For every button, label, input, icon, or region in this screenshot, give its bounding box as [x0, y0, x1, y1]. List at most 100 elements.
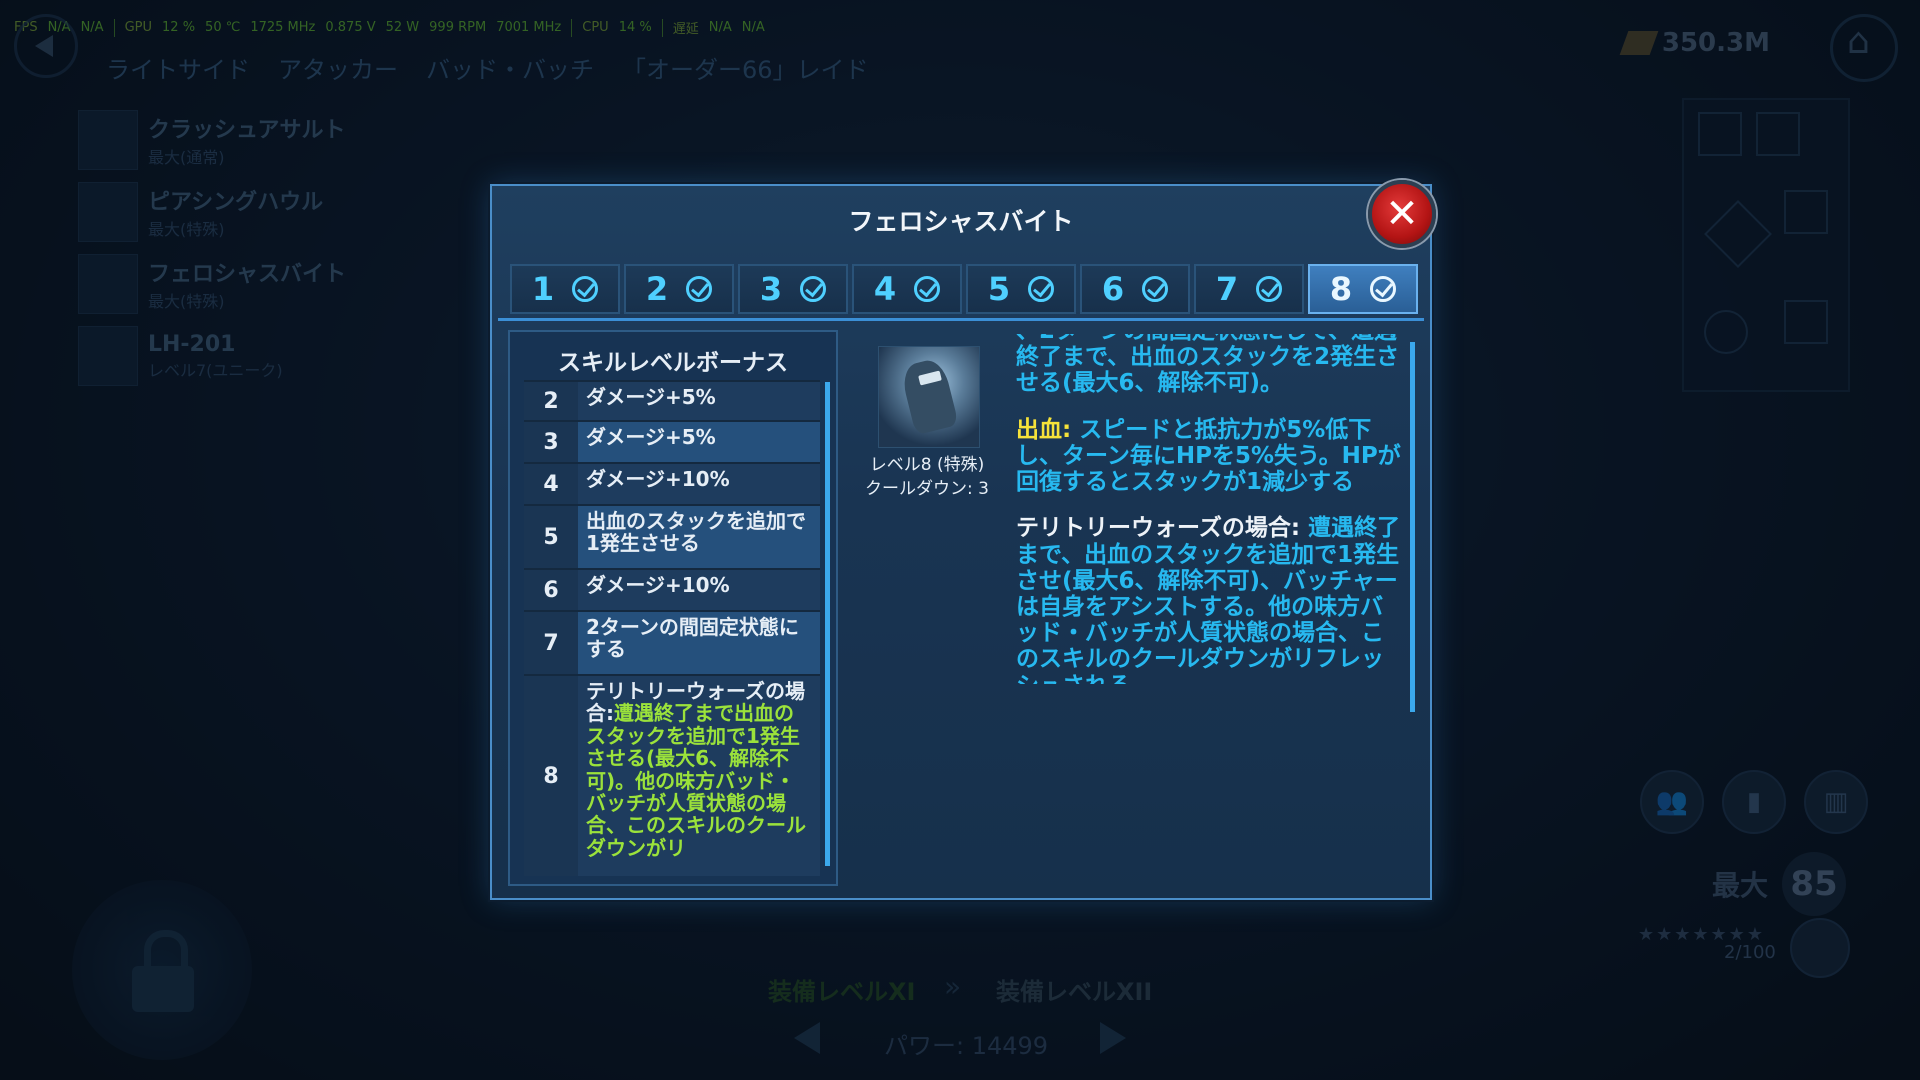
skill-name: LH-201: [148, 331, 236, 357]
gear-slots-panel: [1682, 98, 1850, 392]
tab-number: 6: [1101, 270, 1125, 308]
squad-icon[interactable]: 👥: [1640, 770, 1704, 834]
bonus-list: 2 ダメージ+5% 3 ダメージ+5% 4 ダメージ+10% 5 出血のスタック…: [524, 380, 820, 876]
gpu-volt: 0.875 V: [325, 20, 376, 35]
desc-bleed: 出血: スピードと抵抗力が5%低下し、ターン毎にHPを5%失う。HPが回復すると…: [1016, 417, 1402, 496]
check-icon: [914, 276, 941, 302]
skill-thumbnail: [78, 254, 138, 314]
bonus-scrollbar[interactable]: [825, 382, 830, 866]
description-scrollbar[interactable]: [1410, 342, 1415, 712]
close-button[interactable]: ✕: [1368, 180, 1436, 248]
skill-row[interactable]: フェロシャスバイト最大(特殊): [78, 248, 398, 320]
fps-value-b: N/A: [80, 20, 104, 35]
tab-number: 2: [645, 270, 669, 308]
skill-sub: レベル7(ユニーク): [148, 360, 283, 380]
check-icon: [1028, 276, 1055, 302]
tw-text: 遭遇終了まで、出血のスタックを追加で1発生させ(最大6、解除不可)、バッチャーは…: [1016, 515, 1401, 684]
lock-icon[interactable]: [72, 880, 252, 1060]
check-icon: [1256, 276, 1283, 302]
skill-level-tabs: 1 2 3 4 5 6 7 8: [510, 264, 1418, 314]
tab-level-5[interactable]: 5: [966, 264, 1076, 314]
credits-icon: [1619, 31, 1659, 55]
back-arrow-icon[interactable]: [14, 14, 78, 78]
tag-bad-batch[interactable]: バッド・バッチ: [426, 50, 594, 85]
tag-attacker[interactable]: アタッカー: [278, 50, 398, 85]
tab-number: 5: [987, 270, 1011, 308]
gpu-label: GPU: [124, 20, 153, 35]
bleed-text: スピードと抵抗力が5%低下し、ターン毎にHPを5%失う。HPが回復するとスタック…: [1016, 416, 1401, 496]
skill-name: フェロシャスバイト: [148, 262, 347, 287]
check-icon: [572, 276, 599, 302]
modal-title: フェロシャスバイト: [848, 207, 1074, 236]
stats-icon[interactable]: ▥: [1804, 770, 1868, 834]
bonus-text-green: 遭遇終了まで出血のスタックを追加で1発生させる(最大6、解除不可)。他の味方バッ…: [586, 701, 806, 860]
power-value: パワー: 14499: [884, 1032, 1049, 1060]
tab-level-4[interactable]: 4: [852, 264, 962, 314]
skill-description[interactable]: 、2ターンの間固定状態にして、遭遇終了まで、出血のスタックを2発生させる(最大6…: [1012, 334, 1410, 684]
side-buttons: 👥 ▮ ▥: [1640, 770, 1868, 834]
skill-sub: 最大(特殊): [148, 292, 225, 311]
bonus-text: ダメージ+5%: [586, 385, 716, 409]
bonus-level: 5: [524, 506, 578, 568]
skill-name: ピアシングハウル: [148, 190, 324, 215]
gpu-temp: 50 ℃: [205, 20, 241, 35]
bonus-row: 2 ダメージ+5%: [524, 380, 820, 420]
gear-level-next: 装備レベルXII: [996, 978, 1153, 1006]
skill-portrait-icon: [878, 346, 980, 448]
skill-row[interactable]: LH-201 レベル7(ユニーク): [78, 320, 398, 392]
gpu-util: 12 %: [162, 20, 196, 35]
skill-row[interactable]: クラッシュアサルト 最大(通常): [78, 104, 398, 176]
skill-level-text: レベル8 (特殊): [869, 455, 985, 475]
tab-number: 1: [531, 270, 555, 308]
previous-arrow-icon[interactable]: [794, 1022, 820, 1054]
desc-main: 、2ターンの間固定状態にして、遭遇終了まで、出血のスタックを2発生させる(最大6…: [1016, 334, 1400, 397]
bonus-level: 7: [524, 612, 578, 674]
bonus-row: 8 テリトリーウォーズの場合:遭遇終了まで出血のスタックを追加で1発生させる(最…: [524, 674, 820, 876]
home-icon[interactable]: [1830, 14, 1898, 82]
currency-value: 350.3M: [1661, 28, 1770, 58]
tag-order66-raid[interactable]: 「オーダー66」レイド: [622, 50, 869, 85]
skill-thumbnail: [78, 110, 138, 170]
tag-light-side[interactable]: ライトサイド: [106, 50, 250, 85]
gpu-clock: 1725 MHz: [250, 20, 316, 35]
bleed-label: 出血:: [1016, 416, 1072, 443]
tab-level-6[interactable]: 6: [1080, 264, 1190, 314]
tab-level-1[interactable]: 1: [510, 264, 620, 314]
tab-level-8[interactable]: 8: [1308, 264, 1418, 314]
bonus-text: ダメージ+10%: [586, 573, 730, 597]
skill-row[interactable]: ピアシングハウル 最大(特殊): [78, 176, 398, 248]
check-icon: [686, 276, 713, 302]
bonus-level: 8: [524, 676, 578, 876]
bonus-text: ダメージ+5%: [586, 425, 716, 449]
tab-number: 7: [1215, 270, 1239, 308]
bonus-row: 4 ダメージ+10%: [524, 462, 820, 504]
skill-thumbnail: [78, 326, 138, 386]
skill-list: クラッシュアサルト 最大(通常) ピアシングハウル 最大(特殊) フェロシャスバイト…: [78, 104, 398, 392]
check-icon: [1142, 276, 1169, 302]
tab-level-2[interactable]: 2: [624, 264, 734, 314]
cpu-label: CPU: [582, 20, 609, 35]
bonus-title: スキルレベルボーナス: [558, 350, 788, 376]
tab-level-3[interactable]: 3: [738, 264, 848, 314]
performance-overlay: FPS N/A N/A GPU 12 % 50 ℃ 1725 MHz 0.875…: [14, 18, 765, 37]
next-arrow-icon[interactable]: [1100, 1022, 1126, 1054]
latency-label: 遅延: [672, 22, 699, 37]
tabs-divider: [498, 318, 1424, 321]
shard-count: 2/100: [1724, 942, 1776, 963]
bonus-level: 4: [524, 464, 578, 504]
currency-display: 350.3M: [1619, 28, 1770, 58]
bonus-level: 3: [524, 422, 578, 462]
gpu-power: 52 W: [385, 20, 420, 35]
gpu-mem: 7001 MHz: [496, 20, 562, 35]
skill-level-bonus-panel[interactable]: スキルレベルボーナス 2 ダメージ+5% 3 ダメージ+5% 4 ダメージ+10…: [508, 330, 838, 886]
bookmark-icon[interactable]: ▮: [1722, 770, 1786, 834]
skill-detail-modal: フェロシャスバイト ✕ 1 2 3 4 5 6 7 8 スキルレベルボーナス 2…: [490, 180, 1436, 900]
shard-cube-icon[interactable]: [1790, 918, 1850, 978]
max-level: 最大 85: [1712, 852, 1847, 916]
double-chevron-icon: »: [944, 970, 962, 1003]
bonus-text: 出血のスタックを追加で1発生させる: [586, 509, 806, 556]
bonus-text: 2ターンの間固定状態にする: [586, 615, 799, 662]
tab-level-7[interactable]: 7: [1194, 264, 1304, 314]
gear-level-current: 装備レベルXI: [768, 978, 916, 1006]
max-level-label: 最大: [1712, 869, 1769, 902]
